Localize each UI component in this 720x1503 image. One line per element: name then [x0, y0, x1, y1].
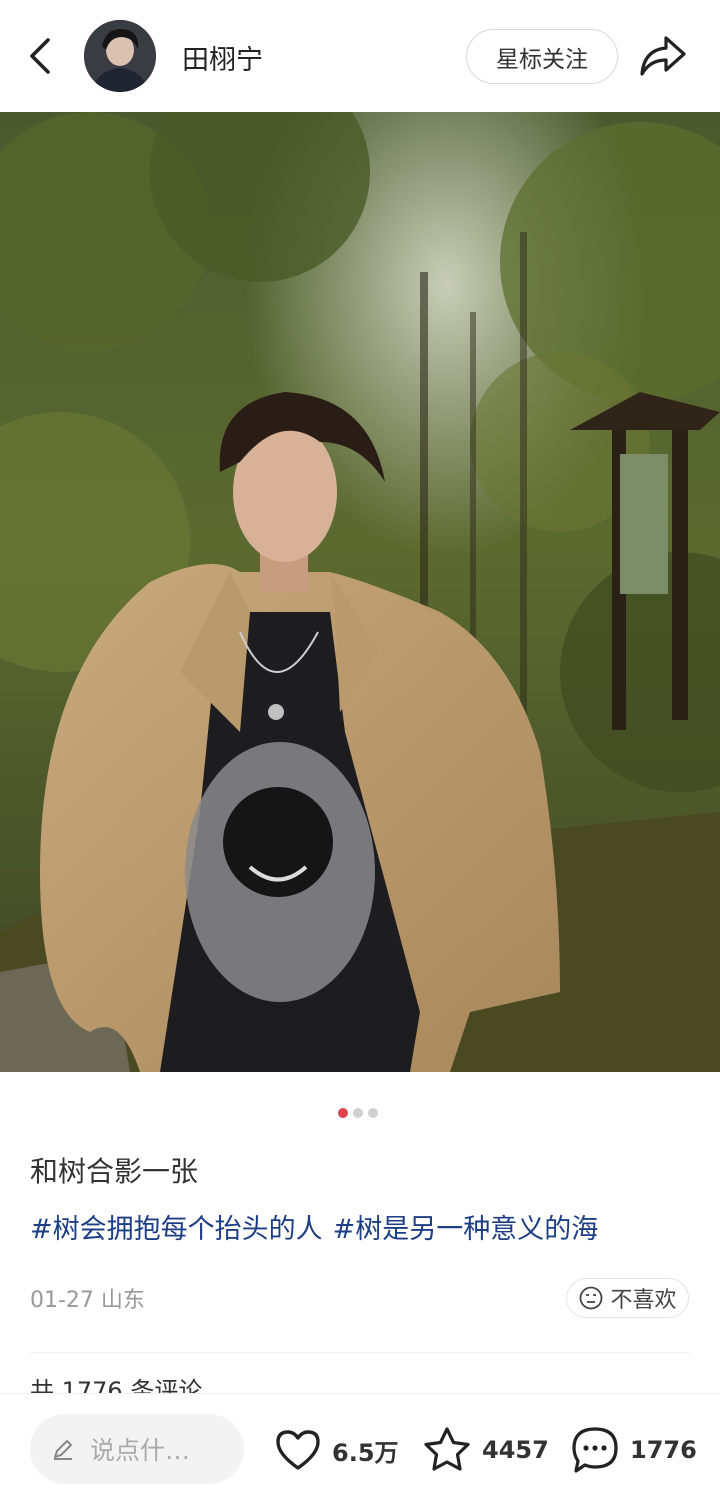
hashtag-link[interactable]: #树会拥抱每个抬头的人: [30, 1207, 323, 1246]
carousel-dot[interactable]: [353, 1108, 363, 1118]
hashtag-link[interactable]: #树是另一种意义的海: [333, 1207, 599, 1246]
comment-count: 1776: [630, 1436, 697, 1464]
carousel-dot[interactable]: [368, 1108, 378, 1118]
dislike-label: 不喜欢: [610, 1288, 677, 1313]
share-button[interactable]: [636, 32, 688, 80]
back-arrow-icon: [30, 38, 50, 74]
smile-neutral-icon: [580, 1286, 603, 1310]
username[interactable]: 田栩宁: [182, 38, 263, 77]
share-icon: [640, 36, 686, 76]
comments-heading: 共 1776 条评论: [30, 1377, 203, 1393]
top-nav-bar: 田栩宁 星标关注: [0, 0, 720, 112]
star-follow-button[interactable]: 星标关注: [466, 29, 618, 84]
post-title: 和树合影一张: [30, 1155, 199, 1188]
post-date-location: 01-27 山东: [30, 1288, 145, 1313]
comment-input[interactable]: 说点什…: [30, 1414, 244, 1484]
heart-icon: [276, 1430, 320, 1470]
pencil-icon: [54, 1440, 72, 1460]
star-icon: [424, 1427, 470, 1471]
comment-placeholder: 说点什…: [90, 1436, 191, 1465]
back-button[interactable]: [22, 34, 62, 78]
photo-illustration: [0, 112, 720, 1072]
carousel-dots: [338, 1108, 378, 1118]
like-count: 6.5万: [332, 1438, 399, 1467]
bottom-action-bar: 说点什… 6.5万 4457 1776: [0, 1393, 720, 1503]
carousel-dot-active[interactable]: [338, 1108, 348, 1118]
dislike-button[interactable]: 不喜欢: [566, 1278, 689, 1318]
post-photo[interactable]: [0, 112, 720, 1072]
favorite-button[interactable]: 4457: [420, 1422, 549, 1478]
favorite-count: 4457: [482, 1436, 549, 1464]
comment-bubble-icon: [572, 1427, 618, 1473]
like-button[interactable]: 6.5万: [272, 1422, 399, 1478]
avatar[interactable]: [84, 20, 156, 92]
post-tags: #树会拥抱每个抬头的人 #树是另一种意义的海: [30, 1207, 598, 1246]
divider: [30, 1352, 690, 1353]
comment-button[interactable]: 1776: [568, 1422, 697, 1478]
